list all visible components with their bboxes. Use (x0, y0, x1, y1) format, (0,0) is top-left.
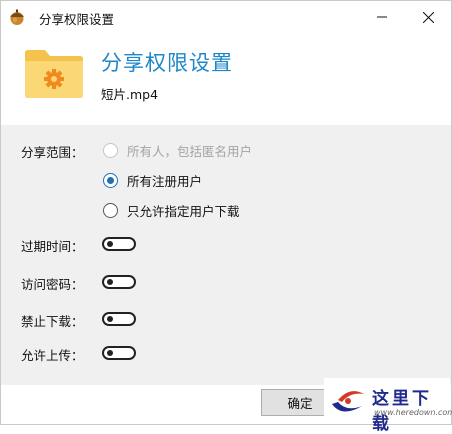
radio-label[interactable]: 所有注册用户 (127, 171, 202, 190)
share-permission-dialog: 分享权限设置 分享权限设置 短片.mp4 分享范围： 所有人，包括匿名用户 所有… (0, 0, 452, 425)
allow-upload-toggle[interactable] (102, 346, 136, 360)
file-name: 短片.mp4 (101, 87, 159, 102)
settings-panel: 分享范围： 所有人，包括匿名用户 所有注册用户 只允许指定用户下载 过期时间： … (1, 125, 451, 385)
minimize-button[interactable] (359, 1, 405, 33)
radio-registered-users[interactable]: 所有注册用户 (103, 171, 202, 189)
watermark: 这里下载 www.heredown.com (324, 378, 452, 434)
radio-everyone: 所有人，包括匿名用户 (103, 141, 252, 159)
watermark-url: www.heredown.com (374, 408, 452, 417)
window-title: 分享权限设置 (39, 12, 115, 27)
watermark-logo-icon (332, 391, 364, 412)
minimize-icon (377, 16, 387, 18)
folder-gear-icon (25, 50, 83, 98)
radio-button (103, 142, 118, 158)
expiry-label: 过期时间： (21, 239, 84, 254)
radio-specified-users[interactable]: 只允许指定用户下载 (103, 201, 240, 219)
radio-button[interactable] (103, 202, 118, 218)
radio-label[interactable]: 只允许指定用户下载 (127, 201, 240, 220)
acorn-icon (10, 9, 24, 25)
expiry-toggle[interactable] (102, 237, 136, 251)
share-scope-label: 分享范围： (21, 145, 84, 160)
dialog-heading: 分享权限设置 (101, 51, 233, 75)
title-bar: 分享权限设置 (1, 1, 451, 33)
close-button[interactable] (405, 1, 451, 33)
allow-upload-label: 允许上传： (21, 348, 84, 363)
password-toggle[interactable] (102, 275, 136, 289)
close-icon (422, 11, 434, 23)
radio-label: 所有人，包括匿名用户 (127, 143, 253, 159)
disable-download-label: 禁止下载： (21, 314, 84, 329)
disable-download-toggle[interactable] (102, 312, 136, 326)
password-label: 访问密码： (21, 277, 84, 292)
radio-button[interactable] (103, 172, 118, 188)
